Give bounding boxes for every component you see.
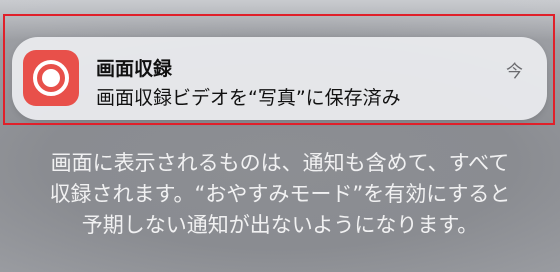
screen-recording-info-text: 画面に表示されるものは、通知も含めて、すべて収録されます。“おやすみモード”を有… [49,151,511,237]
highlight-frame [3,14,555,125]
